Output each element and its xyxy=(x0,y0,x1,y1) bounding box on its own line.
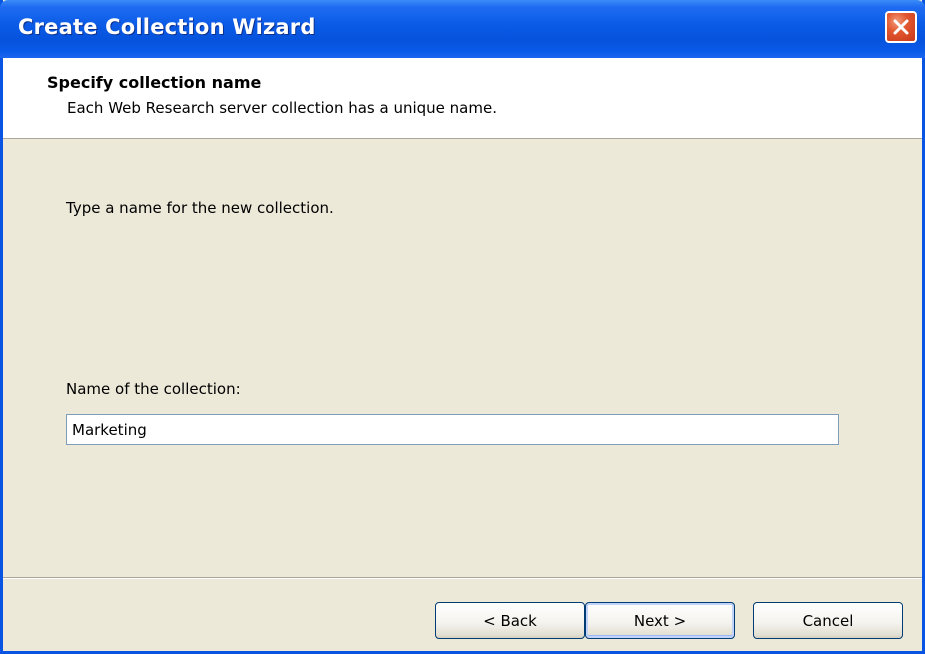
close-button[interactable] xyxy=(885,11,917,43)
title-bar[interactable]: Create Collection Wizard xyxy=(0,0,925,58)
header-subtitle: Each Web Research server collection has … xyxy=(67,99,497,117)
collection-name-input[interactable] xyxy=(66,414,839,445)
header-title: Specify collection name xyxy=(47,73,262,92)
collection-name-label: Name of the collection: xyxy=(66,380,241,398)
instruction-text: Type a name for the new collection. xyxy=(66,199,334,217)
wizard-header: Specify collection name Each Web Researc… xyxy=(3,58,922,139)
cancel-button[interactable]: Cancel xyxy=(753,602,903,639)
close-icon xyxy=(893,19,909,35)
footer-divider xyxy=(3,577,922,579)
back-button[interactable]: < Back xyxy=(435,602,585,639)
window-title: Create Collection Wizard xyxy=(18,15,316,39)
wizard-window: Create Collection Wizard Specify collect… xyxy=(0,0,925,654)
next-button[interactable]: Next > xyxy=(585,602,735,639)
